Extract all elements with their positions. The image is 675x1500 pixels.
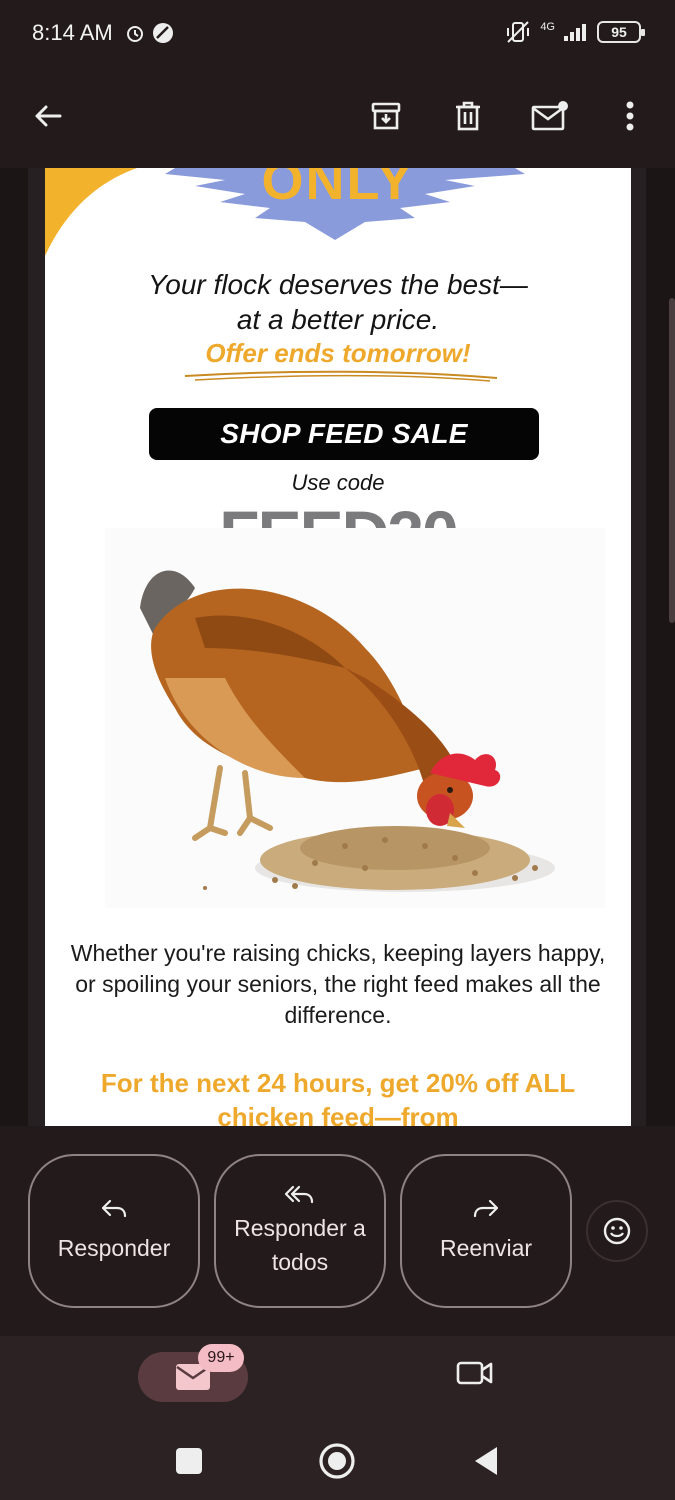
reply-actions: Responder Responder a todos Reenviar [0,1126,675,1336]
video-icon [456,1361,493,1385]
nav-meet-tab[interactable] [456,1358,494,1393]
email-body-text: Whether you're raising chicks, keeping l… [70,940,606,1028]
reply-all-button[interactable]: Responder a todos [214,1154,386,1308]
alarm-icon [127,26,143,42]
forward-button[interactable]: Reenviar [400,1154,572,1308]
archive-icon [371,102,401,130]
offer-text: Offer ends tomorrow! [205,338,471,368]
unread-count-badge: 99+ [198,1344,244,1372]
archive-button[interactable] [360,90,412,142]
home-button[interactable] [317,1441,357,1481]
signal-icon [564,24,586,41]
status-time: 8:14 AM [32,20,113,45]
chicken-image [105,528,605,908]
shop-feed-sale-button[interactable]: SHOP FEED SALE [149,408,539,460]
reply-button[interactable]: Responder [28,1154,200,1308]
do-not-disturb-icon [153,23,173,43]
scrollbar[interactable] [669,298,675,623]
status-bar: 8:14 AM 4G 95 [0,0,675,68]
headline-line-1: Your flock deserves the best— [148,269,528,300]
trash-icon [456,101,480,131]
back-nav-button[interactable] [470,1444,500,1478]
more-vert-icon [626,101,634,131]
back-button[interactable] [22,90,74,142]
network-type: 4G [540,21,555,33]
battery-indicator: 95 [597,21,645,43]
email-body: ONLY Your flock deserves the best— at a … [45,168,631,1126]
headline-line-2: at a better price. [236,304,440,335]
vibrate-off-icon [507,21,530,43]
status-right: 4G 95 [504,20,645,44]
email-content-area[interactable]: ONLY Your flock deserves the best— at a … [0,168,675,1126]
reply-icon [101,1199,127,1218]
use-code-label: Use code [291,470,385,495]
reply-all-icon [284,1185,314,1204]
banner-word: ONLY [261,168,415,211]
reply-label: Responder [57,1235,171,1261]
emoji-reaction-button[interactable] [586,1200,648,1262]
forward-icon [473,1199,499,1218]
battery-level: 95 [611,24,627,40]
mail-dot-icon [531,101,568,131]
recents-button[interactable] [176,1448,202,1474]
offer-underline [184,370,498,382]
system-navigation [0,1425,675,1495]
emoji-icon [603,1217,631,1245]
delete-button[interactable] [442,90,494,142]
forward-label: Reenviar [439,1235,533,1261]
arrow-left-icon [35,105,62,127]
mark-unread-button[interactable] [524,90,576,142]
email-toolbar [0,68,675,168]
status-left-icons [124,22,174,44]
more-options-button[interactable] [604,90,656,142]
reply-all-label: Responder a todos [234,1215,366,1275]
promo-text: For the next 24 hours, get 20% off ALL c… [100,1068,576,1126]
